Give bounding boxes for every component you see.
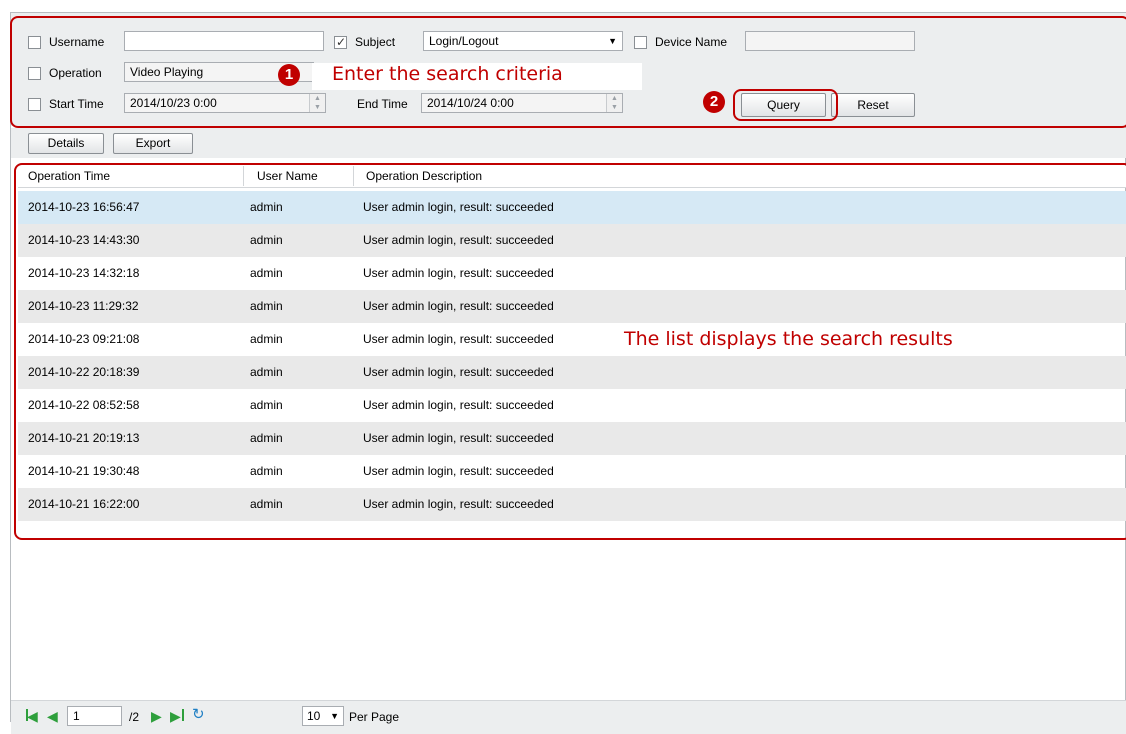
refresh-icon[interactable]: ↻: [192, 705, 205, 725]
total-pages-label: /2: [129, 710, 140, 724]
first-page-icon[interactable]: ◀​: [27, 706, 38, 726]
last-page-icon[interactable]: ▶: [170, 706, 181, 726]
per-page-label: Per Page: [349, 710, 400, 724]
step-1-annotation: Enter the search criteria: [332, 63, 563, 85]
last-page-bar-icon: [182, 709, 184, 721]
next-page-icon[interactable]: ▶: [151, 706, 162, 726]
query-annotation-box: [733, 89, 838, 121]
results-annotation: The list displays the search results: [624, 328, 953, 350]
prev-page-icon[interactable]: ◀: [47, 706, 58, 726]
page-number-input[interactable]: 1: [67, 706, 122, 726]
export-button[interactable]: Export: [113, 133, 193, 154]
per-page-select[interactable]: 10 ▼: [302, 706, 344, 726]
results-annotation-box: [14, 163, 1126, 540]
per-page-value: 10: [307, 709, 321, 723]
step-2-badge: 2: [703, 91, 725, 113]
details-button[interactable]: Details: [28, 133, 104, 154]
chevron-down-icon: ▼: [330, 711, 339, 721]
first-page-bar-icon: [26, 709, 28, 721]
step-1-badge: 1: [278, 64, 300, 86]
